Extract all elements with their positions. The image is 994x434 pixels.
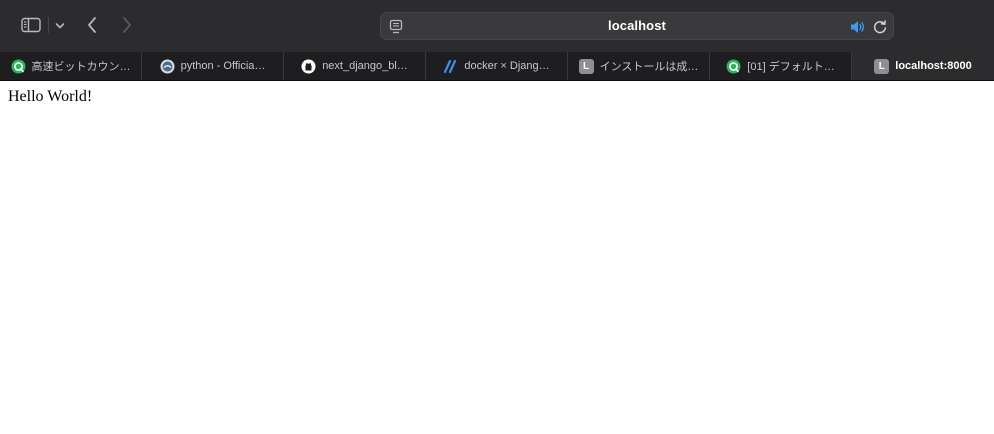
page-body-text: Hello World! <box>8 88 93 105</box>
tab-title: インストールは成… <box>599 61 699 73</box>
tab[interactable]: python - Officia… <box>142 52 284 80</box>
tab-title: next_django_bl… <box>322 60 408 72</box>
tab[interactable]: L インストールは成… <box>568 52 710 80</box>
address-bar[interactable]: localhost <box>380 12 894 40</box>
letter-l-icon: L <box>874 58 890 74</box>
docker-hub-icon <box>160 59 175 74</box>
green-chat-icon <box>726 59 741 74</box>
toolbar-divider <box>48 17 49 33</box>
back-button[interactable] <box>82 13 102 37</box>
speaker-icon[interactable] <box>849 19 867 35</box>
tab-bar: 高速ビットカウン… python - Officia… next_django_… <box>0 52 994 81</box>
sidebar-icon[interactable] <box>18 14 44 36</box>
tab[interactable]: 高速ビットカウン… <box>0 52 142 80</box>
forward-button[interactable] <box>117 13 137 37</box>
tab-title: 高速ビットカウン… <box>31 61 131 73</box>
chevron-down-icon[interactable] <box>52 16 68 36</box>
tab[interactable]: [01] デフォルト… <box>710 52 852 80</box>
tab-title: docker × Djang… <box>464 60 550 72</box>
slash-logo-icon <box>443 59 458 74</box>
browser-toolbar: localhost <box>0 0 994 52</box>
page-content: Hello World! <box>0 81 994 434</box>
green-chat-icon <box>11 59 26 74</box>
tab[interactable]: next_django_bl… <box>284 52 426 80</box>
tab-title: python - Officia… <box>180 60 266 72</box>
tab-title: localhost:8000 <box>895 60 972 72</box>
letter-l-icon-glyph: L <box>874 58 890 74</box>
letter-l-icon-glyph: L <box>578 58 594 74</box>
chevron-left-icon <box>88 17 96 33</box>
reload-icon[interactable] <box>872 19 888 35</box>
chevron-right-icon <box>123 17 131 33</box>
tab-title: [01] デフォルト… <box>747 61 835 73</box>
tab[interactable]: docker × Djang… <box>426 52 568 80</box>
address-bar-url[interactable]: localhost <box>381 18 893 33</box>
letter-l-icon: L <box>578 58 594 74</box>
github-icon <box>301 59 316 74</box>
tab-active[interactable]: L localhost:8000 <box>852 52 994 80</box>
